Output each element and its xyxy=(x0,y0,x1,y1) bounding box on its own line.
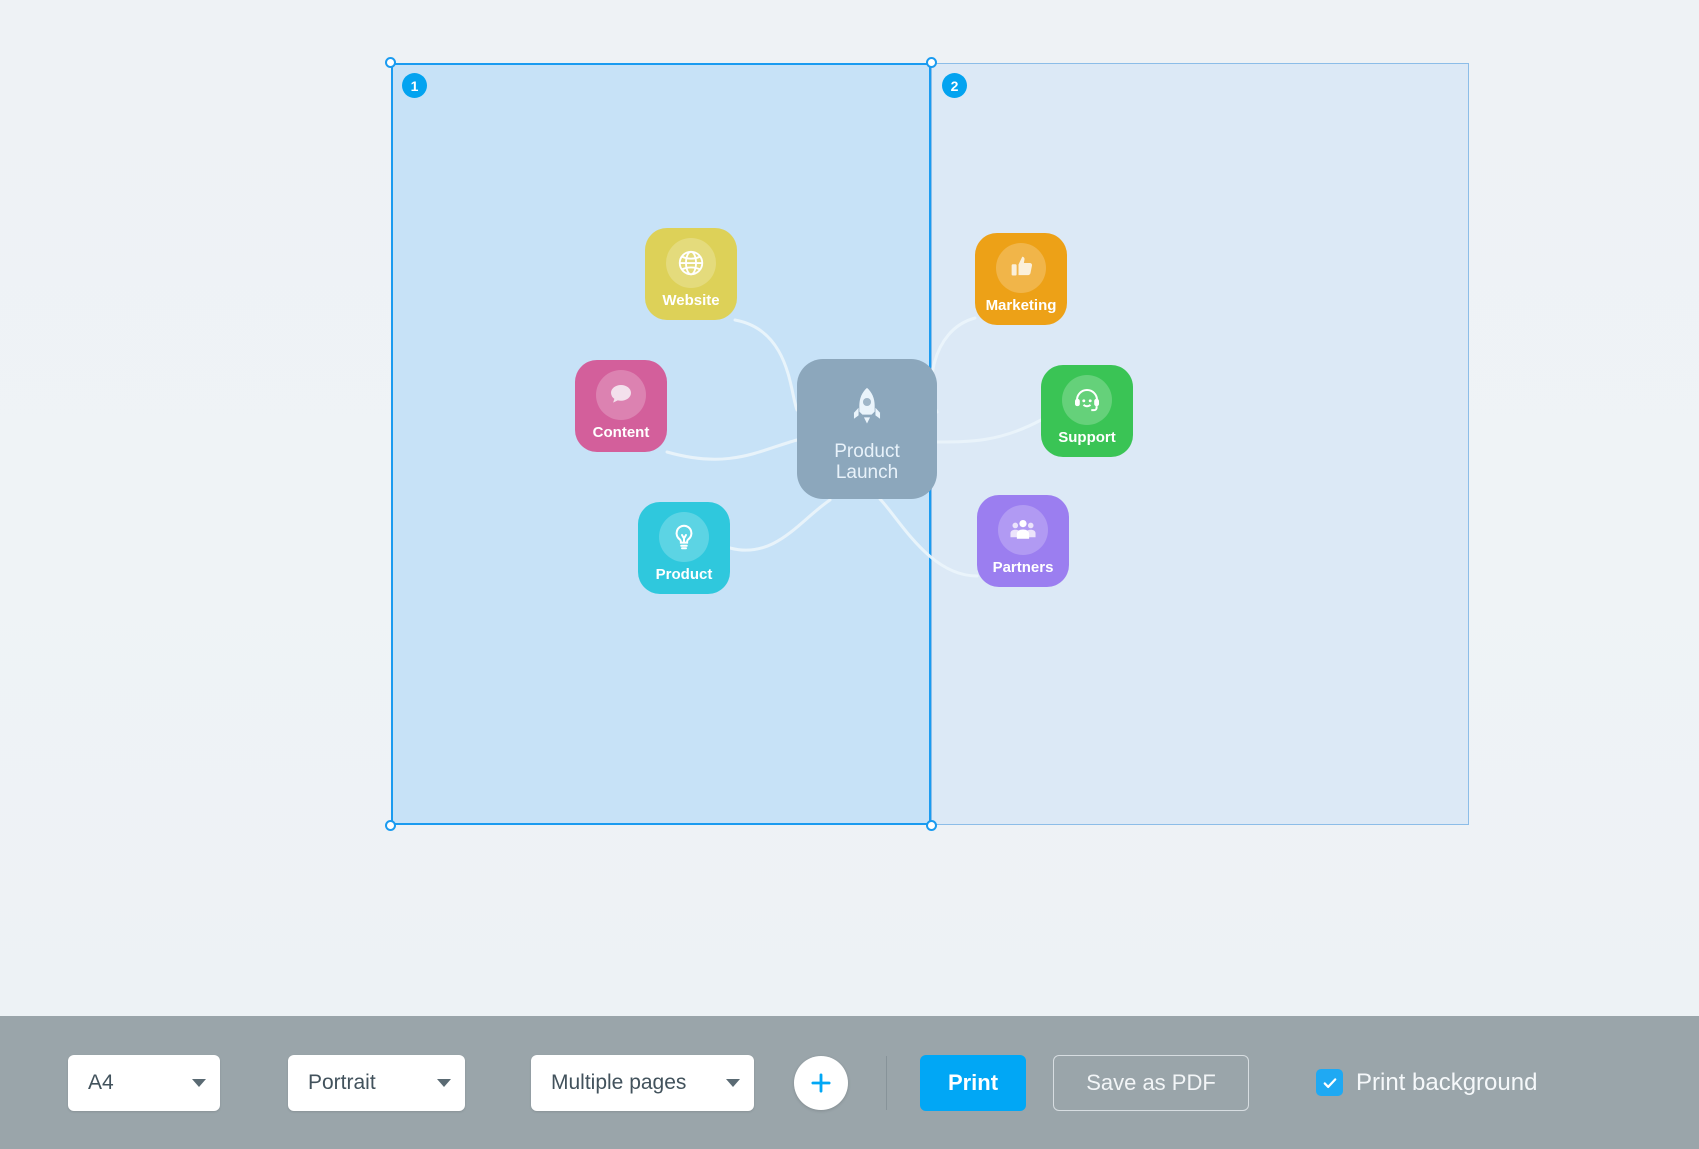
save-as-pdf-button[interactable]: Save as PDF xyxy=(1053,1054,1249,1111)
lightbulb-icon xyxy=(659,512,709,563)
chevron-down-icon xyxy=(437,1078,451,1087)
chevron-down-icon xyxy=(192,1078,206,1087)
page-number-badge-2: 2 xyxy=(942,73,967,98)
mindmap-node-product[interactable]: Product xyxy=(638,502,730,594)
mindmap-node-support[interactable]: Support xyxy=(1041,365,1133,457)
preview-page-2[interactable]: 2 xyxy=(931,63,1469,825)
print-background-option[interactable]: Print background xyxy=(1316,1069,1537,1097)
mindmap-node-label: Website xyxy=(662,292,720,310)
paper-size-value: A4 xyxy=(88,1070,114,1094)
mindmap-node-label: Product Launch xyxy=(834,440,900,483)
chat-bubble-icon xyxy=(596,370,646,421)
globe-icon xyxy=(666,238,716,289)
page-mode-value: Multiple pages xyxy=(551,1070,687,1094)
chevron-down-icon xyxy=(726,1078,740,1087)
page-number-badge-1: 1 xyxy=(402,73,427,98)
mindmap-node-marketing[interactable]: Marketing xyxy=(975,233,1067,325)
mindmap-node-content[interactable]: Content xyxy=(575,360,667,452)
headset-icon xyxy=(1062,375,1112,426)
resize-handle-bottom-left[interactable] xyxy=(385,820,396,831)
print-background-label: Print background xyxy=(1356,1068,1538,1096)
paper-size-select[interactable]: A4 xyxy=(68,1054,220,1111)
add-page-button[interactable] xyxy=(794,1055,848,1110)
page-preview-canvas[interactable]: 2 1 Product Launch Website Content Produ… xyxy=(0,0,1699,1016)
print-preview-screen: 2 1 Product Launch Website Content Produ… xyxy=(0,0,1699,1149)
orientation-select[interactable]: Portrait xyxy=(288,1054,465,1111)
print-background-checkbox[interactable] xyxy=(1316,1069,1343,1096)
mindmap-node-partners[interactable]: Partners xyxy=(977,495,1069,587)
thumbs-up-icon xyxy=(996,243,1046,294)
mindmap-node-label: Product xyxy=(655,566,713,584)
people-group-icon xyxy=(998,505,1048,556)
print-toolbar: A4 Portrait Multiple pages Print Save as… xyxy=(0,1016,1699,1149)
resize-handle-top-left[interactable] xyxy=(385,57,396,68)
page-sheet xyxy=(931,63,1469,825)
mindmap-node-label: Marketing xyxy=(985,297,1057,315)
mindmap-node-label: Content xyxy=(592,424,650,442)
resize-handle-top-right[interactable] xyxy=(926,57,937,68)
plus-icon xyxy=(811,1072,831,1093)
rocket-icon xyxy=(835,375,899,439)
mindmap-node-product-launch[interactable]: Product Launch xyxy=(797,359,937,499)
mindmap-node-label: Partners xyxy=(992,559,1054,577)
print-button[interactable]: Print xyxy=(920,1054,1026,1111)
page-mode-select[interactable]: Multiple pages xyxy=(531,1054,754,1111)
resize-handle-bottom-right[interactable] xyxy=(926,820,937,831)
orientation-value: Portrait xyxy=(308,1070,376,1094)
check-icon xyxy=(1323,1077,1336,1088)
mindmap-node-website[interactable]: Website xyxy=(645,228,737,320)
mindmap-node-label: Support xyxy=(1058,429,1116,447)
toolbar-divider xyxy=(886,1055,887,1110)
